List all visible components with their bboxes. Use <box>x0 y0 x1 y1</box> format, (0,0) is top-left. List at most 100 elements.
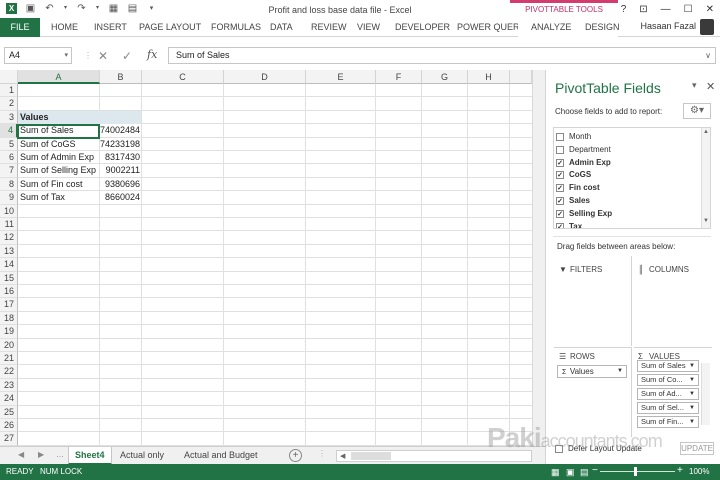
undo-icon[interactable]: ↶ <box>44 3 55 14</box>
row-header-3[interactable]: 3 <box>0 110 18 125</box>
pivot-row-label[interactable]: Sum of Selling Exp <box>20 164 96 177</box>
checkbox-checked-icon[interactable]: ✓ <box>556 158 564 167</box>
row-header-27[interactable]: 27 <box>0 432 18 446</box>
tab-design[interactable]: DESIGN <box>585 18 620 37</box>
chevron-down-icon[interactable]: ▼ <box>689 417 695 427</box>
row-header-23[interactable]: 23 <box>0 378 18 393</box>
gear-icon[interactable]: ⚙▾ <box>683 103 711 119</box>
tab-analyze[interactable]: ANALYZE <box>531 18 571 37</box>
field-item[interactable]: ✓ Admin Exp <box>556 157 611 169</box>
sheet-tab-sheet4[interactable]: Sheet4 <box>68 447 112 465</box>
page-break-view-icon[interactable]: ▤ <box>580 467 589 478</box>
zoom-slider-thumb[interactable] <box>634 467 637 476</box>
active-cell-selection[interactable] <box>17 124 100 139</box>
pivot-row-value[interactable]: 74002484 <box>100 124 140 137</box>
tab-data[interactable]: DATA <box>270 18 293 37</box>
formula-input[interactable]: Sum of Sales ∨ <box>168 47 716 64</box>
zoom-in-button[interactable]: + <box>677 465 683 476</box>
prev-sheet-icon[interactable]: ◀ <box>18 450 24 459</box>
rows-values-field[interactable]: Σ Values ▼ <box>557 365 627 378</box>
values-field[interactable]: Sum of Sel... ▼ <box>637 402 699 414</box>
chevron-down-icon[interactable]: ▼ <box>617 366 623 377</box>
scroll-up-icon[interactable]: ▲ <box>703 129 709 135</box>
row-header-11[interactable]: 11 <box>0 218 18 232</box>
checkbox-checked-icon[interactable]: ✓ <box>556 171 564 180</box>
checkbox-empty-icon[interactable] <box>556 133 564 141</box>
checkbox-checked-icon[interactable]: ✓ <box>556 209 564 218</box>
select-all-corner[interactable] <box>0 70 18 84</box>
pivot-row-value[interactable]: 9380696 <box>100 178 140 191</box>
values-field[interactable]: Sum of Sales ▼ <box>637 360 699 372</box>
maximize-button[interactable]: ☐ <box>684 4 693 15</box>
checkbox-empty-icon[interactable] <box>556 145 564 154</box>
row-header-7[interactable]: 7 <box>0 164 18 178</box>
scroll-left-icon[interactable]: ◀ <box>340 452 345 460</box>
zoom-level[interactable]: 100% <box>689 467 709 476</box>
pivot-row-value[interactable]: 9002211 <box>100 164 140 177</box>
row-header-26[interactable]: 26 <box>0 419 18 433</box>
field-item[interactable]: ✓ Selling Exp <box>556 208 612 220</box>
row-header-8[interactable]: 8 <box>0 177 18 192</box>
field-item[interactable]: ✓ CoGS <box>556 169 591 181</box>
zoom-out-button[interactable]: − <box>592 465 598 476</box>
pivot-row-label[interactable]: Sum of Fin cost <box>20 178 83 191</box>
add-sheet-button[interactable]: + <box>289 449 302 462</box>
chevron-down-icon[interactable]: ▼ <box>689 389 695 399</box>
pivot-row-label[interactable]: Sum of Admin Exp <box>20 151 94 164</box>
normal-view-icon[interactable]: ▦ <box>551 467 560 478</box>
column-header-g[interactable]: G <box>422 70 468 84</box>
row-header-10[interactable]: 10 <box>0 204 18 218</box>
tab-view[interactable]: VIEW <box>357 18 380 37</box>
excel-logo-icon[interactable]: X <box>6 3 17 14</box>
row-header-19[interactable]: 19 <box>0 325 18 339</box>
row-header-5[interactable]: 5 <box>0 137 18 151</box>
column-header-b[interactable]: B <box>100 70 142 84</box>
values-field[interactable]: Sum of Ad... ▼ <box>637 388 699 400</box>
pivot-row-value[interactable]: 8317430 <box>100 151 140 164</box>
enter-icon[interactable]: ✓ <box>122 49 132 63</box>
row-header-12[interactable]: 12 <box>0 231 18 245</box>
chevron-down-icon[interactable]: ▼ <box>689 361 695 371</box>
row-header-4[interactable]: 4 <box>0 124 18 138</box>
pivot-header-values[interactable]: Values <box>20 111 49 124</box>
tab-power-query[interactable]: POWER QUERY <box>457 18 525 37</box>
tab-insert[interactable]: INSERT <box>94 18 127 37</box>
tab-file[interactable]: FILE <box>0 18 40 37</box>
row-header-15[interactable]: 15 <box>0 271 18 285</box>
field-item[interactable]: Month <box>556 131 591 143</box>
next-sheet-icon[interactable]: ▶ <box>38 450 44 459</box>
row-header-20[interactable]: 20 <box>0 338 18 352</box>
column-header-c[interactable]: C <box>142 70 224 84</box>
pivot-row-value[interactable]: 74233198 <box>100 138 140 151</box>
row-header-24[interactable]: 24 <box>0 392 18 406</box>
checkbox-checked-icon[interactable]: ✓ <box>556 197 564 205</box>
redo-dropdown-icon[interactable]: ▾ <box>95 3 100 14</box>
column-header-d[interactable]: D <box>224 70 306 84</box>
user-name[interactable]: Hasaan Fazal <box>640 21 696 31</box>
update-button[interactable]: UPDATE <box>680 442 714 455</box>
redo-icon[interactable]: ↷ <box>76 3 87 14</box>
insert-function-icon[interactable]: fx <box>147 48 157 61</box>
sheet-more-icon[interactable]: … <box>56 450 64 459</box>
chevron-down-icon[interactable]: ▼ <box>689 403 695 413</box>
expand-formula-icon[interactable]: ∨ <box>705 48 711 63</box>
row-header-2[interactable]: 2 <box>0 97 18 111</box>
page-layout-view-icon[interactable]: ▣ <box>566 467 575 478</box>
tab-home[interactable]: HOME <box>51 18 78 37</box>
table-icon[interactable]: ▦ <box>108 3 119 14</box>
row-header-14[interactable]: 14 <box>0 258 18 272</box>
row-header-6[interactable]: 6 <box>0 151 18 165</box>
cancel-icon[interactable]: ✕ <box>98 49 108 63</box>
values-scrollbar[interactable] <box>701 363 710 425</box>
field-list-scrollbar[interactable]: ▲ ▼ <box>701 128 710 228</box>
field-item[interactable]: ✓ Fin cost <box>556 182 600 194</box>
save-icon[interactable]: ▣ <box>25 3 36 14</box>
print-preview-icon[interactable]: ▤ <box>127 3 138 14</box>
pivot-row-label[interactable]: Sum of Tax <box>20 191 65 204</box>
values-field[interactable]: Sum of Co... ▼ <box>637 374 699 386</box>
column-header-h[interactable]: H <box>468 70 510 84</box>
pane-options-icon[interactable]: ▾ <box>692 80 697 91</box>
vertical-scrollbar[interactable] <box>532 70 545 446</box>
field-item[interactable]: ✓ Tax <box>556 221 582 228</box>
worksheet-grid[interactable]: ABCDEFGH 1 2 3 4 5 6 7 8 9 10 11 12 13 14 15 16 17 18 19 20… <box>0 70 532 446</box>
